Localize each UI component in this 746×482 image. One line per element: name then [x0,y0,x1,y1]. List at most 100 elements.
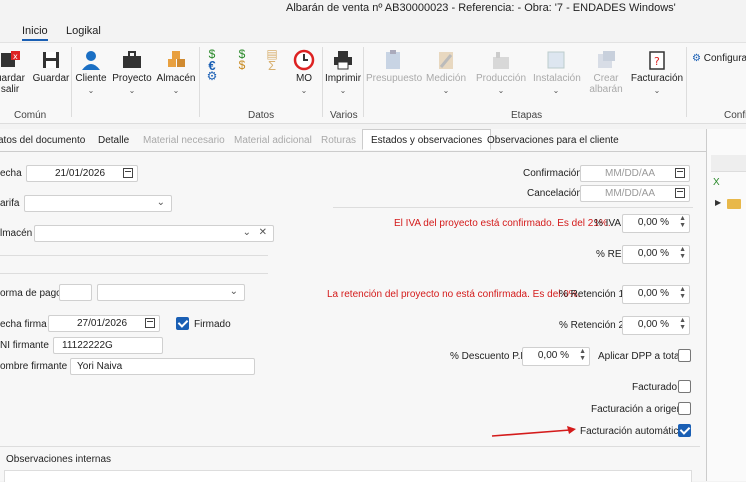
datos-small-buttons-3[interactable]: ▤ Σ [264,48,280,72]
billing-button[interactable]: ? Facturación ⌄ [630,49,684,96]
origin-billing-label: Facturación a origen [591,404,683,415]
spinner-icon[interactable]: ▲ ▼ [679,286,686,300]
menu-tab-logikal[interactable]: Logikal [66,25,101,37]
origin-billing-checkbox[interactable] [678,402,691,415]
tab-client-observations[interactable]: Observaciones para el cliente [487,135,619,146]
datos-small-buttons[interactable]: $ € ⚙ [204,48,220,82]
re-value: 0,00 % [637,248,669,259]
spinner-icon[interactable]: ▲ ▼ [679,246,686,260]
client-button[interactable]: Cliente ⌄ [74,49,108,96]
iva-note: El IVA del proyecto está confirmado. Es … [394,218,611,229]
production-label: Producción [476,73,527,84]
retention2-field[interactable]: 0,00 % ▲ ▼ [622,316,690,335]
internal-observations-textarea[interactable] [4,470,692,482]
folder-icon[interactable] [727,199,741,209]
apply-dpp-checkbox[interactable] [678,349,691,362]
measurement-button[interactable]: Medición ⌄ [426,49,466,96]
clear-icon[interactable]: ✕ [259,227,267,238]
payment-code-field[interactable] [59,284,92,301]
menu-tab-inicio[interactable]: Inicio [22,25,48,41]
briefcase-icon [123,51,141,68]
discount-pp-field[interactable]: 0,00 % ▲ ▼ [522,347,590,366]
configure-button[interactable]: ⚙ Configura [692,53,746,64]
create-delivery-button[interactable]: Crear albarán [588,49,624,95]
chevron-down-icon: ⌄ [172,86,180,95]
date-label: echa [0,168,22,179]
installation-label: Instalación [533,73,581,84]
auto-billing-checkbox[interactable] [678,424,691,437]
signature-date-label: echa firma [0,319,47,330]
save-button[interactable]: Guardar [32,49,70,84]
confirmation-label: Confirmación [523,168,582,179]
warehouse-select[interactable]: ⌄ ✕ [34,225,274,242]
clock-icon [293,49,315,71]
tab-document-data[interactable]: atos del documento [0,135,85,146]
tab-states-observations[interactable]: Estados y observaciones [362,129,492,150]
cancellation-label: Cancelación [527,188,583,199]
invoice-icon: ? [649,51,665,70]
production-button[interactable]: Producción ⌄ [476,49,526,96]
tab-detail[interactable]: Detalle [98,135,129,146]
project-label: Proyecto [112,73,152,84]
payment-method-select[interactable]: ⌄ [97,284,245,301]
spinner-icon[interactable]: ▲ ▼ [579,348,586,362]
dni-field[interactable]: 11122222G [53,337,163,354]
project-button[interactable]: Proyecto ⌄ [112,49,152,96]
tab-required-material[interactable]: Material necesario [143,135,225,146]
chevron-down-icon: ⌄ [653,86,661,95]
mo-button[interactable]: MO ⌄ [290,49,318,96]
tab-additional-material[interactable]: Material adicional [234,135,312,146]
spinner-icon[interactable]: ▲ ▼ [679,317,686,331]
retention1-field[interactable]: 0,00 % ▲ ▼ [622,285,690,304]
signed-checkbox[interactable] [176,317,189,330]
signature-date-field[interactable]: 27/01/2026 [48,315,160,332]
billing-label: Facturación [630,73,684,84]
datos-small-buttons-2[interactable]: $ $ [234,48,250,71]
quote-button[interactable]: Presupuesto [366,49,423,84]
expand-icon[interactable]: ▶ [715,198,721,207]
chevron-down-icon: ⌄ [242,227,251,238]
date-field[interactable]: 21/01/2026 [26,165,138,182]
signature-date-value: 27/01/2026 [77,318,128,329]
tariff-select[interactable]: ⌄ [24,195,172,212]
calendar-icon[interactable] [123,168,133,178]
delivery-icon [598,51,615,68]
invoiced-checkbox[interactable] [678,380,691,393]
installation-button[interactable]: Instalación ⌄ [533,49,581,96]
group-label-comun: Común [14,110,47,121]
retention-note: La retención del proyecto no está confir… [327,289,581,300]
save-exit-button[interactable]: x uardar salir [0,49,25,95]
calendar-icon[interactable] [675,168,685,178]
warehouse-button[interactable]: Almacén ⌄ [156,49,196,96]
re-field[interactable]: 0,00 % ▲ ▼ [622,245,690,264]
factory-icon [493,52,509,69]
gear-icon[interactable]: ⚙ [204,70,220,82]
print-button[interactable]: Imprimir ⌄ [324,49,362,96]
discount-pp-label: % Descuento P.P. [450,351,529,362]
save-icon [43,52,59,68]
calendar-icon[interactable] [675,188,685,198]
spinner-icon[interactable]: ▲ ▼ [679,215,686,229]
cancellation-date-field[interactable]: MM/DD/AA [580,185,690,202]
measurement-label: Medición [426,73,467,84]
calendar-icon[interactable] [145,318,155,328]
iva-field[interactable]: 0,00 % ▲ ▼ [622,214,690,233]
coins-gear-icon[interactable]: $ [234,59,250,71]
signer-name-label: ombre firmante [0,361,68,372]
quote-label: Presupuesto [366,73,423,84]
tab-breakages[interactable]: Roturas [321,135,356,146]
warehouse-field-label: lmacén [0,228,33,239]
chevron-down-icon: ⌄ [156,197,165,208]
boxes-icon [168,51,185,67]
signer-name-field[interactable]: Yori Naiva [70,358,255,375]
payment-method-label: orma de pago [0,288,62,299]
window-title: Albarán de venta nº AB30000023 - Referen… [286,2,676,14]
svg-text:x: x [13,52,18,61]
sum-icon[interactable]: Σ [264,59,280,72]
create-delivery-label: Crear albarán [589,73,623,95]
re-label: % RE [596,249,622,260]
excel-icon[interactable]: X [713,177,720,188]
confirmation-date-field[interactable]: MM/DD/AA [580,165,690,182]
chevron-down-icon: ⌄ [552,86,560,95]
group-label-etapas: Etapas [511,110,543,121]
